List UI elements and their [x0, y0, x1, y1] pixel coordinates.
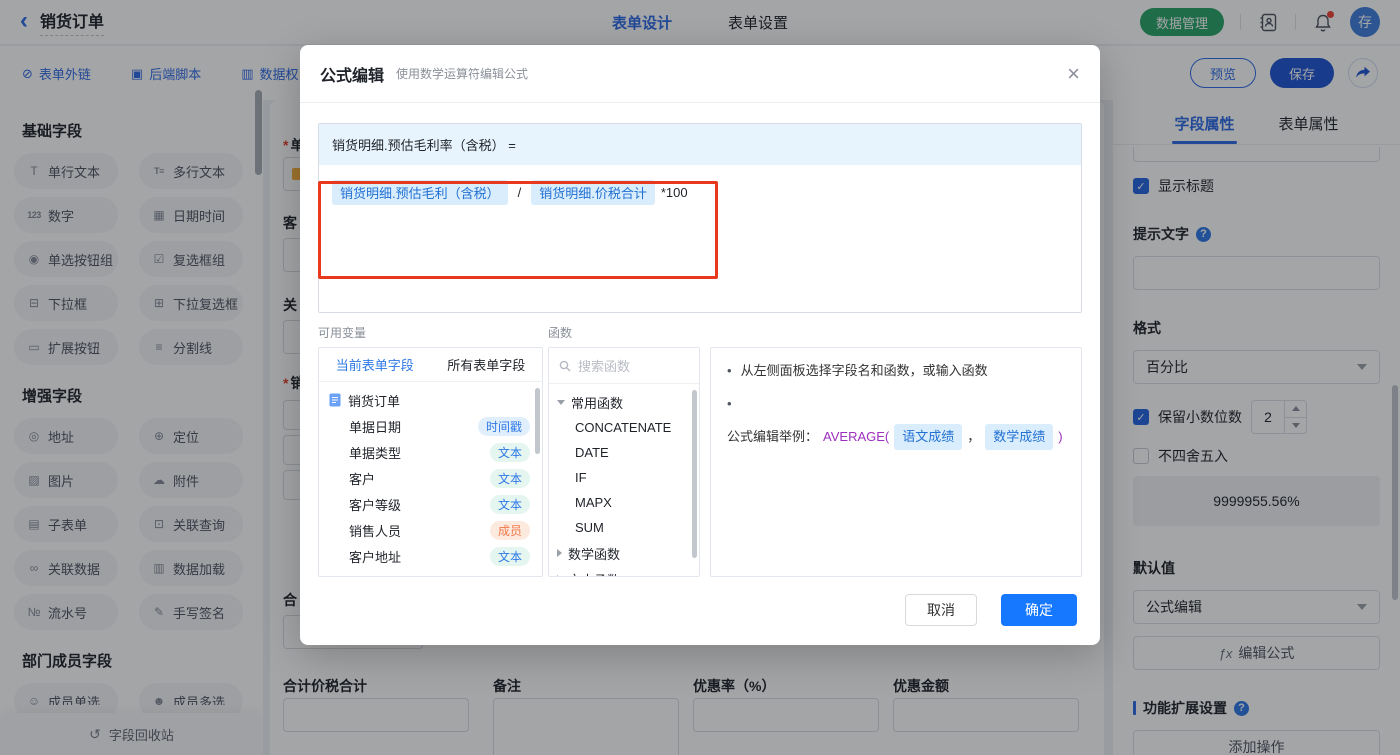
- variable-name: 客户: [349, 471, 376, 487]
- formula-editor[interactable]: 销货明细.预估毛利率（含税） = 销货明细.预估毛利（含税） / 销货明细.价税…: [318, 123, 1082, 313]
- example-function-close: ): [1058, 428, 1063, 444]
- variable-name: 客户等级: [349, 497, 402, 513]
- formula-target: 销货明细.预估毛利率（含税） =: [332, 138, 516, 153]
- example-function-open: AVERAGE(: [823, 428, 890, 444]
- formula-field-chip[interactable]: 销货明细.价税合计: [531, 180, 655, 205]
- formula-operator: /: [517, 185, 522, 200]
- functions-scrollbar[interactable]: [692, 390, 697, 558]
- tab-all-form-fields[interactable]: 所有表单字段: [431, 348, 543, 381]
- hints-pane: • 从左侧面板选择字段名和函数，或输入函数 • 公式编辑举例： AVERAGE(…: [710, 347, 1082, 577]
- formula-field-chip[interactable]: 销货明细.预估毛利（含税）: [332, 180, 508, 205]
- hint-example-line: • 公式编辑举例： AVERAGE( 语文成绩 ， 数学成绩 ): [727, 394, 1065, 451]
- functions-pane: 搜索函数 常用函数 CONCATENATEDATEIFMAPXSUM 数学函数文本函…: [548, 347, 700, 577]
- variable-item[interactable]: 销售人员 成员: [319, 517, 542, 543]
- variable-name: 销售人员: [349, 523, 402, 539]
- function-group[interactable]: 数学函数: [549, 540, 699, 566]
- bullet: •: [727, 395, 732, 411]
- field-type-badge: 时间戳: [477, 416, 530, 436]
- bullet: •: [727, 363, 732, 378]
- variable-item[interactable]: 单据类型 文本: [319, 439, 542, 465]
- variable-name: 单据日期: [349, 419, 402, 435]
- field-type-badge: 文本: [489, 442, 530, 462]
- search-icon: [559, 360, 571, 371]
- variable-item[interactable]: 单据日期 时间戳: [319, 413, 542, 439]
- modal-header: 公式编辑 使用数学运算符编辑公式 ×: [300, 45, 1100, 103]
- variable-name: 客户地址: [349, 549, 402, 565]
- function-group-label: 常用函数: [571, 395, 624, 411]
- form-doc-icon: [329, 393, 341, 407]
- variable-root-label: 销货订单: [348, 393, 401, 409]
- function-item[interactable]: SUM: [549, 515, 699, 540]
- example-prefix: 公式编辑举例：: [727, 428, 819, 444]
- formula-target-line: 销货明细.预估毛利率（含税） =: [319, 124, 1081, 165]
- field-type-badge: 文本: [489, 468, 530, 488]
- pane-labels: 可用变量 函数: [318, 324, 1082, 341]
- example-field-chip: 数学成绩: [985, 423, 1054, 451]
- modal-subtitle: 使用数学运算符编辑公式: [396, 67, 529, 81]
- function-item[interactable]: DATE: [549, 440, 699, 465]
- hint-text: 从左侧面板选择字段名和函数，或输入函数: [740, 363, 988, 378]
- cancel-button[interactable]: 取消: [905, 594, 977, 626]
- search-placeholder: 搜索函数: [578, 359, 631, 374]
- functions-label: 函数: [548, 326, 573, 340]
- close-icon[interactable]: ×: [1067, 62, 1080, 85]
- field-type-badge: 文本: [489, 546, 530, 566]
- example-field-chip: 语文成绩: [894, 423, 963, 451]
- example-separator: ，: [967, 428, 981, 444]
- formula-suffix: *100: [660, 185, 688, 200]
- variable-tree-root[interactable]: 销货订单: [319, 387, 542, 413]
- tab-current-form-fields[interactable]: 当前表单字段: [319, 348, 431, 381]
- function-group[interactable]: 常用函数: [549, 389, 699, 415]
- field-type-badge: 成员: [489, 520, 530, 540]
- variable-item[interactable]: 客户等级 文本: [319, 491, 542, 517]
- field-type-badge: 文本: [489, 494, 530, 514]
- app: ‹ 销货订单 表单设计 表单设置 数据管理 存 ⊘ 表单外链 ▣ 后端脚本 ▥ …: [0, 0, 1400, 755]
- formula-expression-line: 销货明细.预估毛利（含税） / 销货明细.价税合计 *100: [332, 180, 1068, 205]
- variables-label: 可用变量: [318, 326, 367, 340]
- function-search-input[interactable]: 搜索函数: [549, 348, 699, 384]
- function-item[interactable]: MAPX: [549, 490, 699, 515]
- confirm-button[interactable]: 确定: [1001, 594, 1077, 626]
- chevron-right-icon: [557, 549, 562, 557]
- modal-title: 公式编辑: [320, 67, 385, 85]
- variable-item[interactable]: 客户地址 文本: [319, 543, 542, 569]
- function-group-label: 文本函数: [568, 570, 620, 577]
- function-item[interactable]: IF: [549, 465, 699, 490]
- hint-line: • 从左侧面板选择字段名和函数，或输入函数: [727, 361, 1065, 382]
- variables-tabs: 当前表单字段 所有表单字段: [319, 348, 542, 382]
- formula-editor-modal: 公式编辑 使用数学运算符编辑公式 × 销货明细.预估毛利率（含税） = 销货明细…: [300, 45, 1100, 645]
- modal-footer: 取消 确定: [318, 594, 1082, 626]
- variable-item[interactable]: 客户 文本: [319, 465, 542, 491]
- chevron-right-icon: [557, 575, 562, 576]
- variables-pane: 当前表单字段 所有表单字段 销货订单 单据日期 时间戳 单据类型 文本 客户 文本 客户等级文…: [318, 347, 543, 577]
- variable-name: 单据类型: [349, 445, 402, 461]
- function-group[interactable]: 文本函数: [549, 566, 699, 577]
- variables-scrollbar[interactable]: [535, 388, 540, 454]
- chevron-down-icon: [557, 399, 565, 405]
- function-group-label: 数学函数: [568, 546, 621, 562]
- function-item[interactable]: CONCATENATE: [549, 415, 699, 440]
